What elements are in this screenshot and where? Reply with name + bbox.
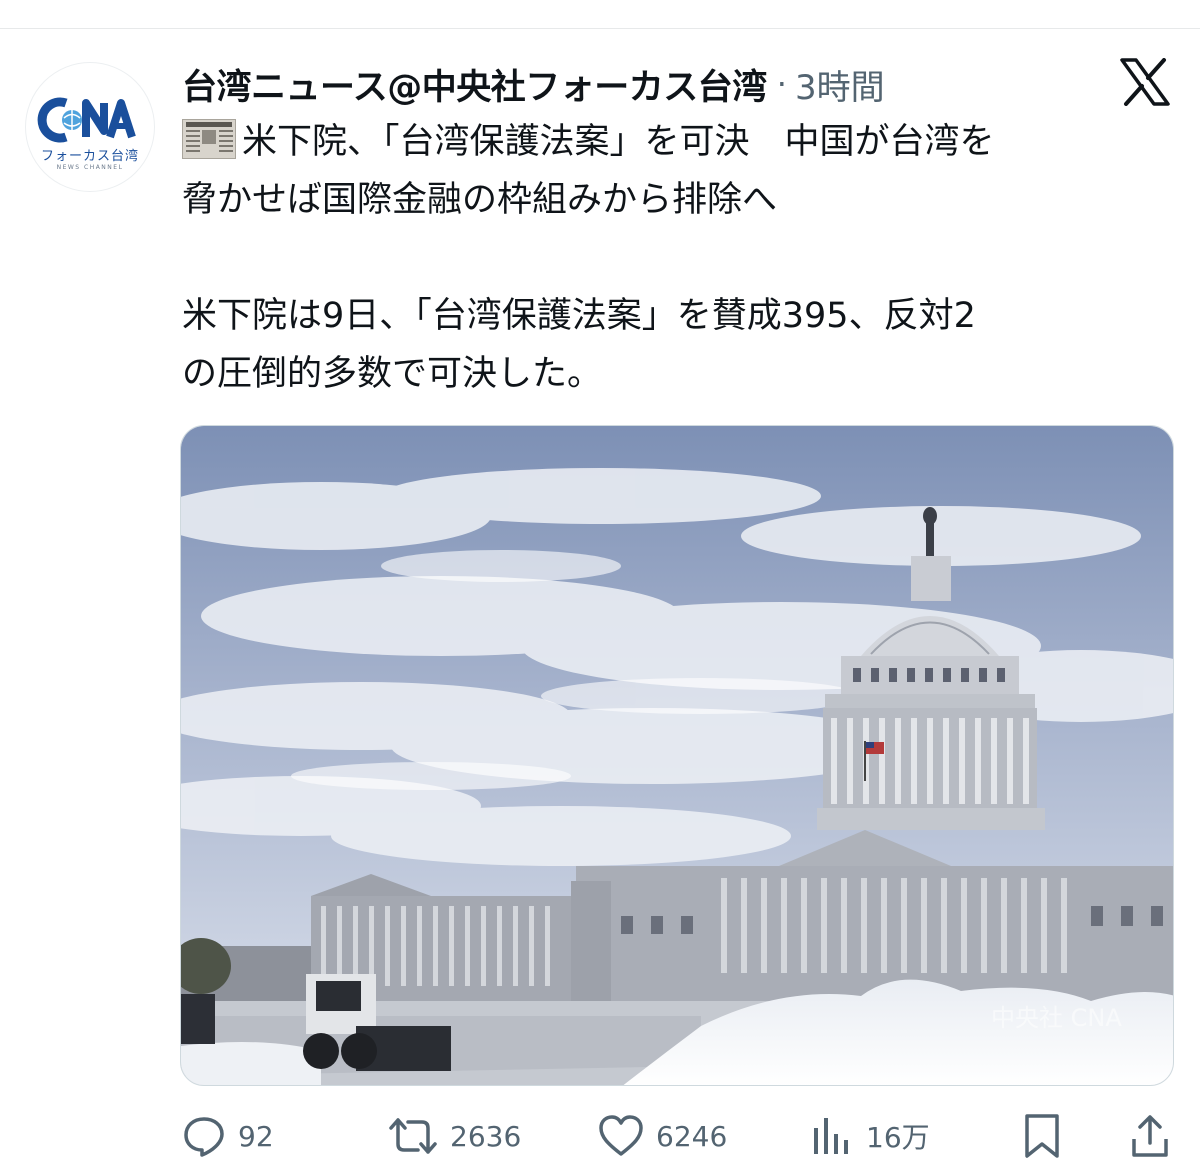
share-icon: [1132, 1115, 1168, 1157]
reply-button[interactable]: 92: [182, 1108, 274, 1164]
header-separator: ·: [776, 65, 787, 103]
repost-count: 2636: [450, 1119, 522, 1153]
repost-icon: [389, 1118, 437, 1154]
newspaper-emoji-icon: [182, 119, 236, 159]
share-button[interactable]: [1130, 1108, 1170, 1164]
tweet-header: 台湾ニュース@中央社フォーカス台湾 · 3時間: [182, 58, 885, 110]
capitol-photo: 中央社 CNA: [181, 426, 1173, 1085]
top-divider: [0, 28, 1200, 29]
avatar[interactable]: フォーカス台湾 NEWS CHANNEL: [25, 62, 155, 192]
tweet-text-line-4: の圧倒的多数で可決した。: [182, 354, 603, 394]
timestamp[interactable]: 3時間: [795, 60, 885, 109]
action-bar: 92 2636 6246 16万: [180, 1108, 1174, 1164]
tweet-text-line-3: 米下院は9日、「台湾保護法案」を賛成395、反対2: [182, 296, 976, 336]
views-icon: [814, 1118, 848, 1154]
cna-logo-icon: [37, 97, 136, 143]
avatar-caption: フォーカス台湾: [40, 149, 139, 164]
like-button[interactable]: 6246: [598, 1108, 727, 1164]
x-logo-icon[interactable]: [1120, 58, 1170, 106]
views-count: 16万: [866, 1121, 930, 1154]
tweet-photo[interactable]: 中央社 CNA: [180, 425, 1174, 1086]
avatar-subcaption: NEWS CHANNEL: [56, 164, 124, 171]
views-button[interactable]: 16万: [810, 1108, 930, 1164]
tweet-text-line-1: 米下院、「台湾保護法案」を可決 中国が台湾を: [242, 122, 995, 162]
tweet-text: 米下院、「台湾保護法案」を可決 中国が台湾を 脅かせば国際金融の枠組みから排除へ…: [182, 113, 1172, 403]
reply-count: 92: [238, 1119, 274, 1153]
bookmark-button[interactable]: [1022, 1108, 1062, 1164]
reply-icon: [184, 1117, 224, 1157]
like-count: 6246: [656, 1119, 728, 1153]
display-name[interactable]: 台湾ニュース@中央社フォーカス台湾: [182, 59, 767, 110]
tweet-page: フォーカス台湾 NEWS CHANNEL 台湾ニュース@中央社フォーカス台湾 ·…: [0, 0, 1200, 1173]
bookmark-icon: [1025, 1114, 1059, 1158]
photo-watermark: 中央社 CNA: [991, 1004, 1122, 1032]
tweet-text-line-2: 脅かせば国際金融の枠組みから排除へ: [182, 180, 778, 220]
repost-button[interactable]: 2636: [388, 1108, 521, 1164]
heart-icon: [599, 1115, 643, 1156]
